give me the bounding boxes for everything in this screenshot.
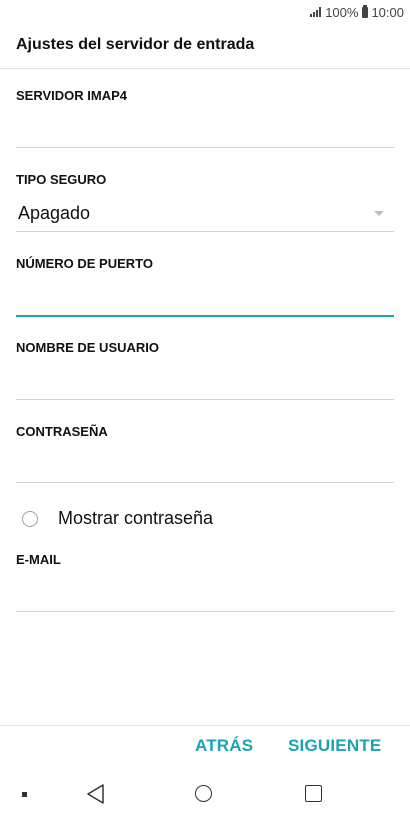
password-label: CONTRASEÑA xyxy=(16,424,108,439)
email-label: E-MAIL xyxy=(16,552,61,567)
email-underline xyxy=(16,611,394,612)
username-underline xyxy=(16,399,394,400)
show-password-toggle[interactable]: Mostrar contraseña xyxy=(22,508,213,529)
security-type-value: Apagado xyxy=(18,203,91,223)
security-type-underline xyxy=(16,231,394,232)
page-title: Ajustes del servidor de entrada xyxy=(16,36,255,53)
username-label: NOMBRE DE USUARIO xyxy=(16,340,160,355)
status-bar: 100% 10:00 xyxy=(0,0,410,24)
title-divider xyxy=(0,68,410,69)
dropdown-arrow-icon xyxy=(374,211,384,216)
radio-icon[interactable] xyxy=(22,510,38,527)
back-button[interactable]: ATRÁS xyxy=(195,736,253,756)
email-input[interactable] xyxy=(16,574,394,612)
battery-icon xyxy=(362,4,369,18)
port-number-label: NÚMERO DE PUERTO xyxy=(16,256,153,271)
signal-icon xyxy=(309,7,322,17)
imap-server-label: SERVIDOR IMAP4 xyxy=(16,88,128,103)
port-number-input[interactable] xyxy=(16,278,394,316)
clock: 10:00 xyxy=(371,4,404,20)
username-input[interactable] xyxy=(16,362,394,400)
imap-server-underline xyxy=(16,147,394,148)
nav-home-icon[interactable] xyxy=(195,785,212,802)
action-bar-divider xyxy=(0,725,410,726)
nav-recents-icon[interactable] xyxy=(305,785,322,802)
nav-back-icon[interactable] xyxy=(86,783,106,805)
port-number-underline xyxy=(16,315,394,317)
password-input[interactable] xyxy=(16,446,394,484)
system-nav-bar xyxy=(0,775,410,815)
nav-indicator-icon xyxy=(22,792,27,797)
security-type-label: TIPO SEGURO xyxy=(16,172,107,187)
imap-server-input[interactable] xyxy=(16,110,394,148)
battery-percent: 100% xyxy=(325,4,359,20)
next-button[interactable]: SIGUIENTE xyxy=(288,736,381,756)
show-password-label: Mostrar contraseña xyxy=(58,508,214,528)
password-underline xyxy=(16,482,394,483)
